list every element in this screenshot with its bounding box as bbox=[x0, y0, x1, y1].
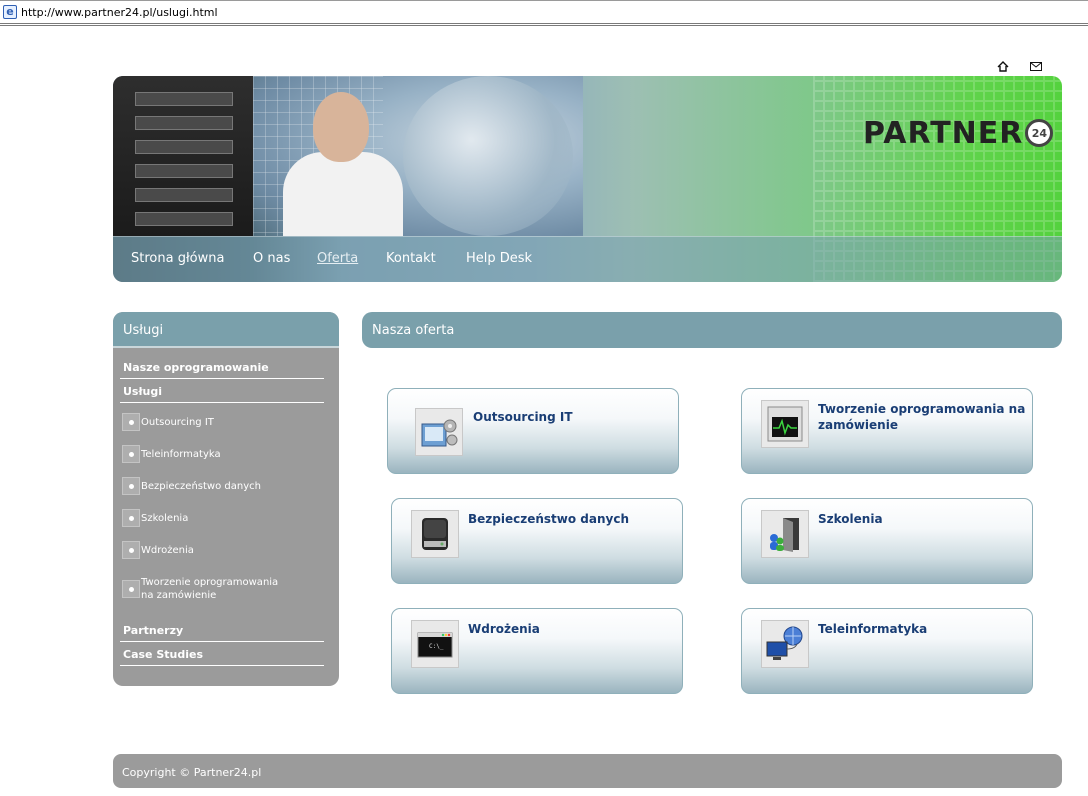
nav-o-nas[interactable]: O nas bbox=[253, 251, 290, 266]
card-title: Szkolenia bbox=[818, 512, 883, 526]
sidebar-item-label: Usługi bbox=[123, 385, 163, 398]
footer: Copyright © Partner24.pl bbox=[113, 754, 1062, 788]
bullet-icon bbox=[122, 509, 140, 527]
sidebar-item-label: Case Studies bbox=[123, 648, 203, 661]
card-title: Outsourcing IT bbox=[473, 410, 573, 424]
header-banner: PARTNER 24 Strona główna O nas Oferta Ko… bbox=[113, 76, 1062, 282]
main-header: Nasza oferta bbox=[362, 312, 1062, 348]
mail-icon[interactable] bbox=[1029, 60, 1043, 72]
sidebar-item-case-studies[interactable]: Case Studies bbox=[120, 643, 324, 666]
sidebar-subitem-teleinformatyka[interactable]: Teleinformatyka bbox=[122, 445, 322, 463]
sidebar-subitem-label: Tworzenie oprogramowania na zamówienie bbox=[141, 577, 279, 601]
sidebar-subitem-outsourcing[interactable]: Outsourcing IT bbox=[122, 413, 322, 431]
technician-photo bbox=[253, 76, 583, 236]
bullet-icon bbox=[122, 477, 140, 495]
sidebar-subitem-label: Teleinformatyka bbox=[141, 448, 221, 460]
sidebar-item-nasze-oprogramowanie[interactable]: Nasze oprogramowanie bbox=[120, 356, 324, 379]
nav-help-desk[interactable]: Help Desk bbox=[466, 251, 532, 266]
hard-drive-icon bbox=[411, 510, 459, 558]
sidebar-subitem-label: Szkolenia bbox=[141, 512, 189, 524]
sidebar-item-label: Nasze oprogramowanie bbox=[123, 361, 269, 374]
nav-oferta[interactable]: Oferta bbox=[317, 251, 358, 266]
bullet-icon bbox=[122, 445, 140, 463]
card-tworzenie-oprogramowania[interactable]: Tworzenie oprogramowania na zamówienie bbox=[741, 388, 1033, 474]
door-users-icon bbox=[761, 510, 809, 558]
card-wdrozenia[interactable]: C:\_ Wdrożenia bbox=[391, 608, 683, 694]
home-icon[interactable] bbox=[996, 60, 1010, 72]
main-nav: Strona główna O nas Oferta Kontakt Help … bbox=[113, 236, 1062, 282]
sidebar-subitem-label: Bezpieczeństwo danych bbox=[141, 480, 261, 492]
task-monitor-icon bbox=[761, 400, 809, 448]
card-teleinformatyka[interactable]: Teleinformatyka bbox=[741, 608, 1033, 694]
card-bezpieczenstwo-danych[interactable]: Bezpieczeństwo danych bbox=[391, 498, 683, 584]
nav-kontakt[interactable]: Kontakt bbox=[386, 251, 436, 266]
sidebar-item-partnerzy[interactable]: Partnerzy bbox=[120, 619, 324, 642]
bullet-icon bbox=[122, 580, 140, 598]
copyright-text: Copyright © Partner24.pl bbox=[122, 766, 262, 779]
svg-text:C:\_: C:\_ bbox=[429, 643, 444, 650]
address-bar[interactable]: e http://www.partner24.pl/uslugi.html bbox=[0, 0, 1088, 26]
card-outsourcing-it[interactable]: Outsourcing IT bbox=[387, 388, 679, 474]
partner24-logo[interactable]: PARTNER 24 bbox=[863, 115, 1054, 151]
card-title: Bezpieczeństwo danych bbox=[468, 512, 629, 526]
terminal-icon: C:\_ bbox=[411, 620, 459, 668]
sidebar-subitem-label: Wdrożenia bbox=[141, 544, 194, 556]
sidebar: Usługi Nasze oprogramowanie Usługi Outso… bbox=[113, 312, 339, 686]
sidebar-subitem-szkolenia[interactable]: Szkolenia bbox=[122, 509, 322, 527]
sidebar-title: Usługi bbox=[123, 323, 164, 338]
logo-badge: 24 bbox=[1025, 119, 1054, 147]
sidebar-subitem-tworzenie[interactable]: Tworzenie oprogramowania na zamówienie bbox=[122, 576, 292, 602]
sidebar-subitem-wdrozenia[interactable]: Wdrożenia bbox=[122, 541, 322, 559]
sidebar-header: Usługi bbox=[113, 312, 339, 348]
outsourcing-icon bbox=[415, 408, 463, 456]
card-title: Tworzenie oprogramowania na zamówienie bbox=[818, 402, 1026, 432]
sidebar-subitem-label: Outsourcing IT bbox=[141, 416, 214, 428]
bullet-icon bbox=[122, 413, 140, 431]
network-globe-icon bbox=[761, 620, 809, 668]
bullet-icon bbox=[122, 541, 140, 559]
url-text[interactable]: http://www.partner24.pl/uslugi.html bbox=[21, 6, 218, 19]
ie-icon: e bbox=[3, 5, 17, 19]
card-title: Wdrożenia bbox=[468, 622, 540, 636]
sidebar-item-uslugi[interactable]: Usługi bbox=[120, 380, 324, 403]
server-rack-image bbox=[113, 76, 253, 236]
main-title: Nasza oferta bbox=[372, 323, 455, 338]
nav-strona-glowna[interactable]: Strona główna bbox=[131, 251, 224, 266]
card-title: Teleinformatyka bbox=[818, 622, 928, 636]
logo-text: PARTNER bbox=[863, 115, 1024, 151]
sidebar-subitem-bezpieczenstwo[interactable]: Bezpieczeństwo danych bbox=[122, 477, 322, 495]
card-szkolenia[interactable]: Szkolenia bbox=[741, 498, 1033, 584]
sidebar-item-label: Partnerzy bbox=[123, 624, 184, 637]
